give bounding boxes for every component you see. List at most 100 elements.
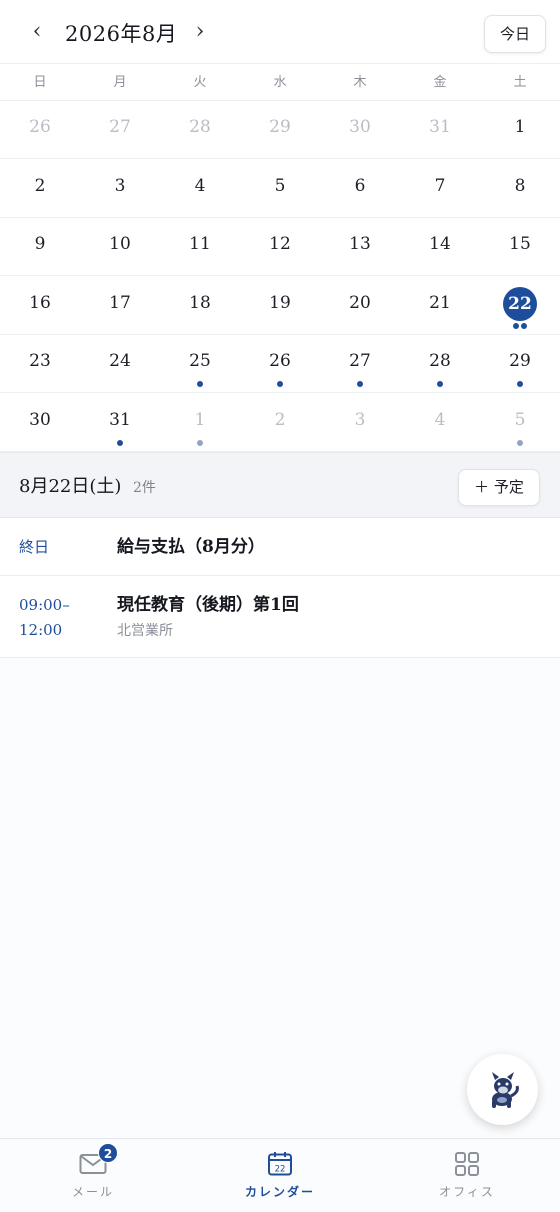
tab-calendar[interactable]: 22 カレンダー (187, 1139, 373, 1212)
day-cell[interactable]: 12 (240, 218, 320, 276)
day-cell[interactable]: 14 (400, 218, 480, 276)
add-event-button[interactable]: ＋ 予定 (458, 469, 540, 506)
today-button[interactable]: 今日 (484, 15, 546, 53)
event-time-start: 09:00– (19, 596, 70, 614)
day-cell[interactable]: 1 (480, 101, 560, 159)
day-cell[interactable]: 11 (160, 218, 240, 276)
day-cell[interactable]: 5 (240, 160, 320, 218)
event-item[interactable]: 09:00– 12:00 現任教育（後期）第1回 北営業所 (0, 576, 560, 658)
day-cell[interactable]: 29 (240, 101, 320, 159)
next-month-button[interactable]: › (185, 14, 215, 50)
day-cell[interactable]: 20 (320, 277, 400, 335)
day-cell[interactable]: 17 (80, 277, 160, 335)
grid-icon (455, 1152, 479, 1176)
day-number: 12 (269, 234, 291, 254)
day-cell[interactable]: 4 (400, 394, 480, 452)
event-dot (517, 439, 523, 446)
day-cell[interactable]: 23 (0, 335, 80, 393)
day-cell[interactable]: 9 (0, 218, 80, 276)
week-row: 16 17 18 19 20 21 22 (0, 277, 560, 335)
day-cell[interactable]: 19 (240, 277, 320, 335)
day-cell[interactable]: 2 (240, 394, 320, 452)
tab-mail[interactable]: 2 メール (0, 1139, 186, 1212)
day-cell[interactable]: 30 (320, 101, 400, 159)
weekday-fri: 金 (433, 75, 447, 90)
event-time: 終日 (19, 538, 50, 556)
assistant-fab-button[interactable] (467, 1054, 538, 1125)
week-row: 23 24 25 26 27 28 29 (0, 335, 560, 393)
event-title: 給与支払（8月分） (117, 537, 265, 557)
day-cell[interactable]: 21 (400, 277, 480, 335)
day-cell[interactable]: 8 (480, 160, 560, 218)
day-cell[interactable]: 1 (160, 394, 240, 452)
day-cell[interactable]: 5 (480, 394, 560, 452)
day-cell[interactable]: 26 (0, 101, 80, 159)
calendar-icon: 22 (268, 1152, 292, 1176)
day-number: 16 (29, 292, 51, 313)
chevron-right-icon: › (195, 19, 205, 44)
day-number: 6 (354, 175, 366, 196)
week-row: 26 27 28 29 30 31 1 (0, 101, 560, 159)
day-number: 21 (429, 292, 451, 313)
day-number: 27 (109, 117, 131, 137)
day-cell[interactable]: 26 (240, 335, 320, 393)
month-grid: 26 27 28 29 30 31 1 2 3 4 5 6 7 8 9 10 11 12 13 14 15 16 17 18 1… (0, 101, 560, 452)
day-cell[interactable]: 28 (160, 101, 240, 159)
bottom-tab-bar: 2 メール 22 カレンダー オフィス (0, 1138, 560, 1212)
day-cell-selected[interactable]: 22 (480, 277, 560, 335)
weekday-sat: 土 (513, 75, 527, 90)
day-number: 4 (194, 175, 206, 196)
week-row: 9 10 11 12 13 14 15 (0, 218, 560, 276)
day-number: 29 (509, 351, 531, 371)
dog-mascot-icon (492, 1072, 519, 1108)
day-cell[interactable]: 27 (320, 335, 400, 393)
day-number: 30 (349, 117, 371, 137)
day-number: 9 (34, 234, 46, 254)
day-cell[interactable]: 7 (400, 160, 480, 218)
day-cell[interactable]: 29 (480, 335, 560, 393)
day-cell[interactable]: 24 (80, 335, 160, 393)
day-cell[interactable]: 25 (160, 335, 240, 393)
day-number: 5 (274, 175, 286, 196)
day-cell[interactable]: 31 (400, 101, 480, 159)
event-dot (521, 322, 527, 329)
day-cell[interactable]: 13 (320, 218, 400, 276)
day-cell[interactable]: 3 (80, 160, 160, 218)
day-cell[interactable]: 16 (0, 277, 80, 335)
weekday-wed: 水 (273, 75, 287, 90)
tab-office[interactable]: オフィス (374, 1139, 560, 1212)
day-number: 23 (29, 351, 51, 371)
day-number: 2 (274, 409, 286, 430)
day-cell[interactable]: 2 (0, 160, 80, 218)
day-cell[interactable]: 27 (80, 101, 160, 159)
weekday-mon: 月 (113, 75, 127, 90)
prev-month-button[interactable]: ‹ (22, 14, 52, 50)
day-number: 11 (189, 234, 211, 254)
day-number: 26 (29, 117, 51, 137)
day-cell[interactable]: 30 (0, 394, 80, 452)
day-number: 1 (194, 409, 206, 430)
day-cell[interactable]: 31 (80, 394, 160, 452)
day-cell[interactable]: 10 (80, 218, 160, 276)
day-number: 28 (189, 117, 211, 137)
day-cell[interactable]: 18 (160, 277, 240, 335)
event-count: 2件 (133, 480, 156, 496)
weekday-header-row: 日 月 火 水 木 金 土 (0, 64, 560, 101)
day-number: 15 (509, 234, 531, 254)
event-item[interactable]: 終日 給与支払（8月分） (0, 518, 560, 576)
event-dot (517, 381, 523, 387)
day-number: 10 (109, 234, 131, 254)
day-cell[interactable]: 4 (160, 160, 240, 218)
day-number: 27 (349, 351, 371, 371)
agenda-date: 8月22日(土) (19, 476, 122, 497)
day-number: 30 (29, 409, 51, 430)
event-dot (117, 439, 123, 446)
day-number: 3 (114, 175, 126, 196)
day-cell[interactable]: 28 (400, 335, 480, 393)
day-number: 4 (434, 409, 446, 430)
event-time-end: 12:00 (19, 621, 63, 639)
day-cell[interactable]: 6 (320, 160, 400, 218)
day-number: 5 (514, 409, 526, 430)
day-cell[interactable]: 15 (480, 218, 560, 276)
day-cell[interactable]: 3 (320, 394, 400, 452)
